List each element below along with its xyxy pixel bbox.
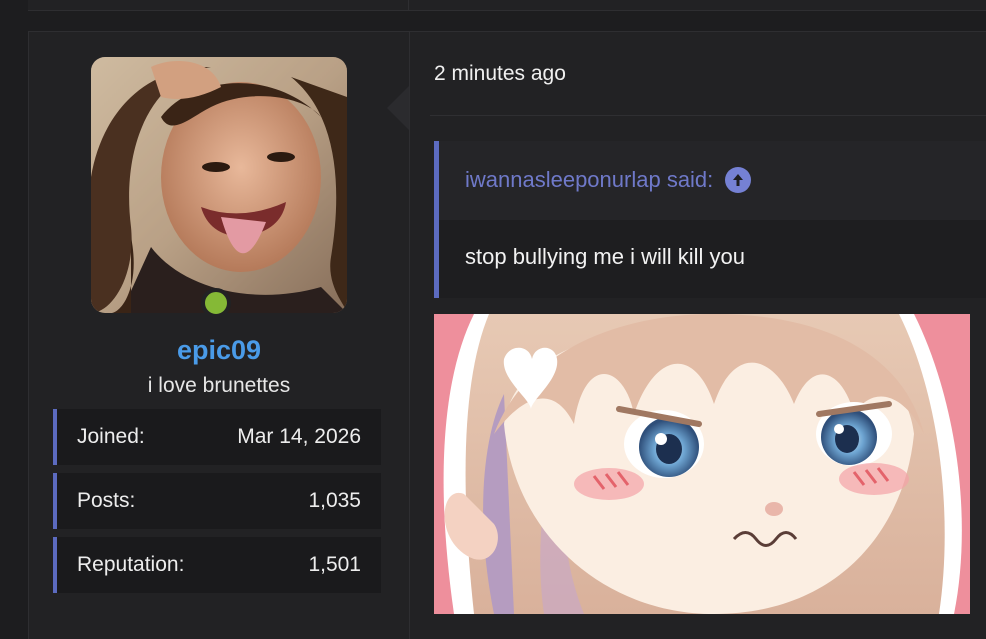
message-arrow: [387, 86, 409, 130]
quote-author-label: iwannasleeponurlap said:: [465, 167, 714, 192]
forum-post: epic09 i love brunettes Joined: Mar 14, …: [28, 31, 986, 639]
post-timestamp[interactable]: 2 minutes ago: [434, 62, 566, 86]
quote-body: stop bullying me i will kill you: [439, 220, 986, 298]
previous-post-strip: [28, 0, 986, 11]
avatar-image: [91, 57, 347, 313]
stat-posts: Posts: 1,035: [53, 473, 381, 529]
arrow-up-circle-icon[interactable]: [725, 167, 752, 193]
quote-block: iwannasleeponurlap said: stop bullying m…: [434, 141, 986, 298]
stat-reputation: Reputation: 1,501: [53, 537, 381, 593]
stat-reputation-value: 1,501: [308, 553, 361, 576]
stat-joined-label: Joined:: [77, 425, 145, 448]
stat-posts-label: Posts:: [77, 489, 136, 512]
post-image[interactable]: [434, 314, 970, 614]
anime-girl-image: [434, 314, 970, 614]
stat-joined-value: Mar 14, 2026: [237, 425, 361, 448]
avatar[interactable]: [91, 57, 347, 313]
post-content: 2 minutes ago iwannasleeponurlap said: s…: [410, 32, 986, 639]
stat-joined: Joined: Mar 14, 2026: [53, 409, 381, 465]
quote-author-link[interactable]: iwannasleeponurlap said:: [465, 167, 752, 193]
previous-post-divider: [408, 0, 409, 10]
username-link[interactable]: epic09: [29, 335, 409, 366]
quote-text: stop bullying me i will kill you: [465, 244, 745, 269]
quote-header: iwannasleeponurlap said:: [439, 141, 986, 220]
header-divider: [430, 115, 986, 116]
stat-reputation-label: Reputation:: [77, 553, 185, 576]
online-status-indicator: [201, 288, 231, 318]
user-title: i love brunettes: [147, 374, 291, 397]
user-sidebar: epic09 i love brunettes Joined: Mar 14, …: [29, 32, 410, 639]
stat-posts-value: 1,035: [308, 489, 361, 512]
